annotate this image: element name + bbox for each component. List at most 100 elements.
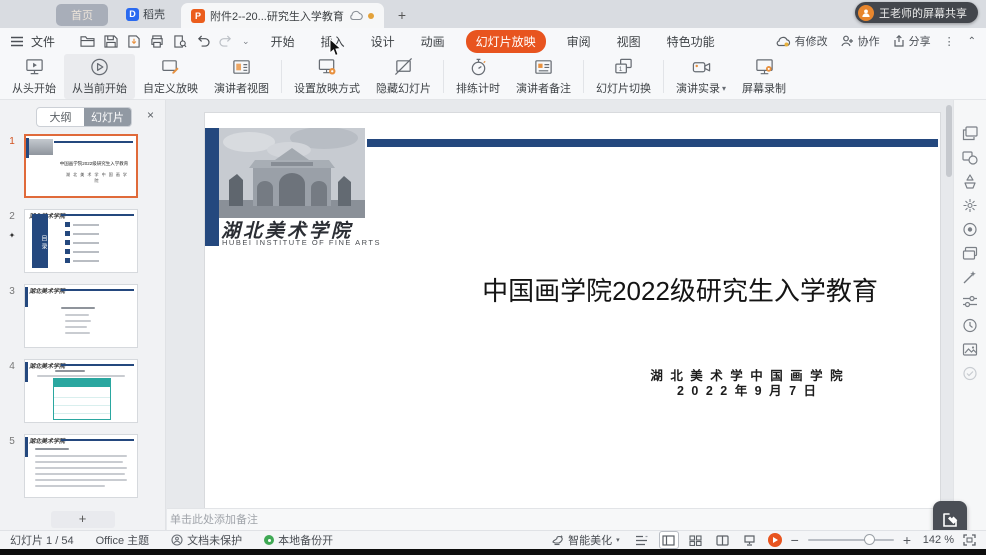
tab-home[interactable]: 首页 xyxy=(56,4,108,26)
slide-subtitle-text[interactable]: 湖 北 美 术 学 中 国 画 学 院 2 0 2 2 年 9 月 7 日 xyxy=(555,369,940,398)
kebab-menu-icon[interactable]: ⋮ xyxy=(944,35,955,48)
menu-special-features[interactable]: 特色功能 xyxy=(667,33,715,50)
play-from-current-icon xyxy=(89,57,110,77)
menu-bar: 文件 ⌄ 开始 插入 设计 动画 幻灯片放映 审阅 视图 特色功能 有修改 协作… xyxy=(0,28,986,54)
zoom-out-button[interactable]: − xyxy=(791,535,799,545)
stopwatch-icon xyxy=(468,57,489,77)
menu-file[interactable]: 文件 xyxy=(31,33,55,50)
slide-sorter-button[interactable] xyxy=(687,532,705,548)
menu-review[interactable]: 审阅 xyxy=(567,33,591,50)
save-icon[interactable] xyxy=(104,35,118,48)
zoom-slider-knob[interactable] xyxy=(864,534,875,545)
menu-view[interactable]: 视图 xyxy=(617,33,641,50)
slide-title-rule[interactable] xyxy=(367,139,938,147)
share-button[interactable]: 分享 xyxy=(893,33,931,49)
menu-slideshow-active[interactable]: 幻灯片放映 xyxy=(466,30,546,53)
slide-accent-bar[interactable] xyxy=(205,128,219,246)
docer-logo-icon: D xyxy=(126,8,139,21)
ribbon-record-presentation[interactable]: 演讲实录▾ xyxy=(668,54,734,99)
thumb-title: 中国画学院2022级研究生入学教育 xyxy=(58,160,130,166)
slide-thumbnail-2[interactable]: 湖北美术学院 目录 xyxy=(24,209,138,273)
dropdown-caret-icon: ▾ xyxy=(722,84,726,93)
export-icon[interactable] xyxy=(127,35,141,48)
slide-thumbnail-4[interactable]: 湖北美术学院 xyxy=(24,359,138,423)
zoom-level[interactable]: 142 % xyxy=(920,534,954,546)
tab-outline[interactable]: 大纲 xyxy=(37,108,84,126)
slide-thumbnail-row-4: 4 湖北美术学院 xyxy=(0,359,165,423)
reading-view-button[interactable] xyxy=(714,532,732,548)
university-gate-photo[interactable] xyxy=(219,128,365,218)
status-bar-right: 智能美化 ▾ − + 142 % xyxy=(551,532,976,548)
play-slideshow-button[interactable] xyxy=(768,533,782,547)
protection-status[interactable]: 文档未保护 xyxy=(171,532,242,548)
menu-bar-right: 有修改 协作 分享 ⋮ ⌃ xyxy=(776,33,976,49)
ribbon-play-from-current[interactable]: 从当前开始 xyxy=(64,54,135,99)
menu-start[interactable]: 开始 xyxy=(271,33,295,50)
shapes-icon[interactable] xyxy=(962,150,978,165)
pen-icon xyxy=(941,511,959,529)
new-tab-button[interactable]: + xyxy=(398,7,406,23)
modified-status[interactable]: 有修改 xyxy=(776,33,828,49)
magic-wand-icon[interactable] xyxy=(962,270,978,285)
menu-animation[interactable]: 动画 xyxy=(421,33,445,50)
hamburger-icon[interactable] xyxy=(10,36,24,47)
fit-to-window-icon[interactable] xyxy=(963,534,976,546)
tab-document[interactable]: P 附件2--20...研究生入学教育 xyxy=(181,3,384,28)
beautify-lamp-icon xyxy=(551,534,564,546)
image-panel-icon[interactable] xyxy=(962,342,978,357)
letterbox-strip xyxy=(0,549,986,555)
history-clock-icon[interactable] xyxy=(962,318,978,333)
custom-show-icon xyxy=(160,57,181,77)
ribbon-slide-transition[interactable]: 1 幻灯片切换 xyxy=(588,54,659,99)
zoom-slider[interactable] xyxy=(808,539,894,541)
redo-icon[interactable] xyxy=(219,35,233,47)
slide-thumbnail-3[interactable]: 湖北美术学院 xyxy=(24,284,138,348)
design-tools-icon[interactable] xyxy=(962,174,978,189)
ribbon-custom-show[interactable]: 自定义放映 xyxy=(135,54,206,99)
add-slide-area: + xyxy=(0,508,165,530)
slide-pages-icon[interactable] xyxy=(962,126,978,141)
ribbon-presenter-view[interactable]: 演讲者视图 xyxy=(206,54,277,99)
outline-view-button[interactable] xyxy=(633,532,651,548)
backup-status[interactable]: 本地备份开 xyxy=(264,532,333,548)
zoom-in-button[interactable]: + xyxy=(903,535,911,545)
thumb-table-image xyxy=(53,378,111,420)
slide-thumbnail-5[interactable]: 湖北美术学院 xyxy=(24,434,138,498)
ribbon-speaker-notes[interactable]: 演讲者备注 xyxy=(508,54,579,99)
menu-design[interactable]: 设计 xyxy=(371,33,395,50)
collaborate-button[interactable]: 协作 xyxy=(841,33,880,49)
ribbon-screen-record[interactable]: 屏幕录制 xyxy=(734,54,794,99)
canvas-scrollbar[interactable] xyxy=(946,105,952,177)
document-title: 附件2--20...研究生入学教育 xyxy=(210,8,344,24)
collapse-ribbon-icon[interactable]: ⌃ xyxy=(968,36,976,47)
theme-name[interactable]: Office 主题 xyxy=(96,532,150,548)
print-preview-icon[interactable] xyxy=(173,35,187,48)
add-slide-button[interactable]: + xyxy=(51,511,115,528)
ribbon-play-from-start[interactable]: 从头开始 xyxy=(4,54,64,99)
right-task-rail xyxy=(953,100,986,530)
ribbon-divider xyxy=(583,60,584,93)
slide-canvas[interactable]: 湖北美术学院 HUBEI INSTITUTE OF FINE ARTS 中国画学… xyxy=(205,113,940,508)
slideshow-view-button[interactable] xyxy=(741,532,759,548)
layers-icon[interactable] xyxy=(962,246,978,261)
close-pane-button[interactable]: × xyxy=(147,109,154,121)
target-icon[interactable] xyxy=(962,222,978,237)
undo-icon[interactable] xyxy=(196,35,210,47)
ribbon-hide-slide[interactable]: 隐藏幻灯片 xyxy=(368,54,439,99)
open-folder-icon[interactable] xyxy=(80,35,95,48)
tab-slides[interactable]: 幻灯片 xyxy=(84,108,131,126)
print-icon[interactable] xyxy=(150,35,164,48)
more-commands-icon[interactable]: ⌄ xyxy=(242,36,250,47)
notes-bar[interactable]: 单击此处添加备注 xyxy=(167,508,953,530)
settings-sliders-icon[interactable] xyxy=(962,294,978,309)
thumb-accent-bar xyxy=(25,362,28,382)
slide-title-text[interactable]: 中国画学院2022级研究生入学教育 xyxy=(445,271,915,308)
tab-docer[interactable]: D 稻壳 xyxy=(126,6,165,22)
slide-thumbnail-1[interactable]: 中国画学院2022级研究生入学教育 湖 北 美 术 学 中 国 画 学 院 xyxy=(24,134,138,198)
mouse-cursor xyxy=(329,38,342,57)
ribbon-setup-show[interactable]: 设置放映方式 xyxy=(286,54,368,99)
ribbon-rehearse-timing[interactable]: 排练计时 xyxy=(448,54,508,99)
beautify-flower-icon[interactable] xyxy=(962,198,978,213)
smart-beautify-button[interactable]: 智能美化 ▾ xyxy=(551,532,620,548)
normal-view-button[interactable] xyxy=(660,532,678,548)
